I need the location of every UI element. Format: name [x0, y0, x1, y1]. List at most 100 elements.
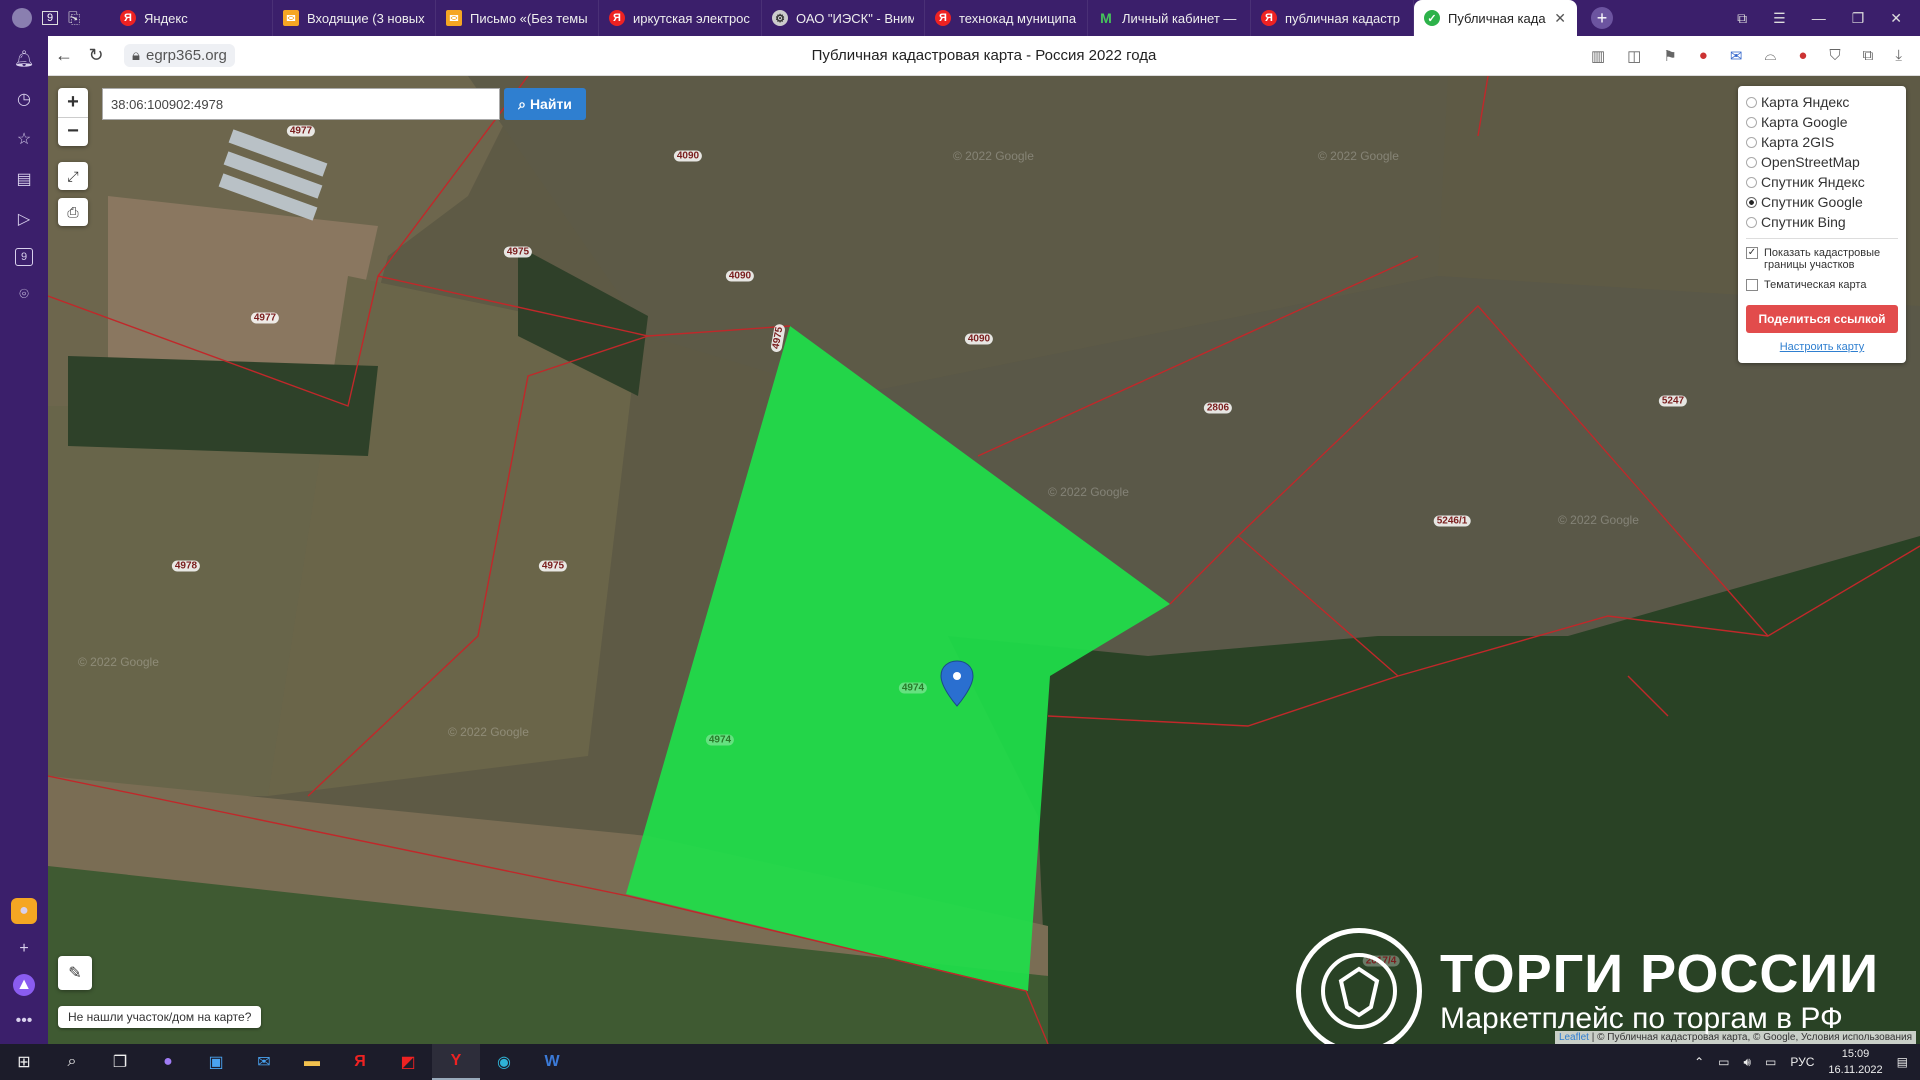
parcel-label[interactable]: 4977 — [250, 312, 280, 324]
notes-icon[interactable]: ▤ — [13, 168, 35, 190]
parcel-label[interactable]: 4974 — [705, 734, 735, 746]
parcel-label[interactable]: 4974 — [898, 682, 928, 694]
thematic-map-checkbox[interactable]: Тематическая карта — [1746, 279, 1898, 291]
yandex-icon[interactable]: Я — [336, 1044, 384, 1080]
alice-icon[interactable]: ▲ — [13, 974, 35, 996]
zoom-out-button[interactable]: − — [58, 118, 88, 147]
collections-icon[interactable]: ⧉ — [1863, 47, 1874, 64]
configure-map-link[interactable]: Настроить карту — [1746, 341, 1898, 353]
new-tab-button[interactable]: + — [1591, 7, 1613, 29]
leaflet-link[interactable]: Leaflet — [1559, 1032, 1589, 1043]
share-link-button[interactable]: Поделиться ссылкой — [1746, 305, 1898, 333]
parcel-label[interactable]: 4975 — [503, 246, 533, 258]
bookmark-icon[interactable]: ⚑ — [1663, 47, 1676, 65]
not-found-link[interactable]: Не нашли участок/дом на карте? — [58, 1006, 262, 1028]
windows-start-icon[interactable]: ⊞ — [0, 1044, 48, 1080]
ruler-icon[interactable]: ✎ — [58, 956, 92, 990]
parcel-label[interactable]: 4978 — [171, 560, 201, 572]
star-icon[interactable]: ☆ — [13, 128, 35, 150]
tab-counter-icon[interactable]: 9 — [42, 11, 59, 25]
notifications-icon[interactable]: ▤ — [1897, 1055, 1908, 1069]
tab-counter-icon[interactable]: 9 — [15, 248, 33, 266]
play-icon[interactable]: ▷ — [13, 208, 35, 230]
layer-option[interactable]: Карта Яндекс — [1746, 92, 1898, 112]
layer-option-selected[interactable]: Спутник Google — [1746, 192, 1898, 212]
tab-mail-inbox[interactable]: ✉ Входящие (3 новых — [273, 0, 436, 36]
alice-icon[interactable]: ● — [144, 1044, 192, 1080]
add-icon[interactable]: + — [13, 938, 35, 960]
layer-option[interactable]: Карта 2GIS — [1746, 132, 1898, 152]
extension-mail-icon[interactable]: ✉ — [1730, 47, 1743, 65]
search-button[interactable]: ⌕ Найти — [504, 88, 586, 120]
parcel-label[interactable]: 4975 — [538, 560, 568, 572]
parcel-label[interactable]: 4090 — [725, 270, 755, 282]
bell-icon[interactable]: 🔔︎ — [13, 48, 35, 70]
yandex-icon: Я — [1261, 10, 1277, 26]
layer-option[interactable]: Карта Google — [1746, 112, 1898, 132]
network-icon[interactable]: ▭ — [1765, 1055, 1776, 1069]
app-icon[interactable]: ● — [11, 898, 37, 924]
parcel-label[interactable]: 5247 — [1658, 395, 1688, 407]
parcel-label[interactable]: 2806 — [1203, 402, 1233, 414]
parcel-label[interactable]: 4977 — [286, 125, 316, 137]
minimize-button[interactable]: — — [1812, 10, 1826, 26]
word-icon[interactable]: W — [528, 1044, 576, 1080]
yandex-icon: Я — [120, 10, 136, 26]
search-icon[interactable]: ⌕ — [48, 1044, 96, 1080]
tab-label: иркутская электрос — [633, 10, 750, 26]
radio-icon — [1746, 176, 1757, 188]
reload-button[interactable]: ↻ — [80, 45, 112, 66]
tab-group-icon[interactable]: ⎘ — [68, 10, 80, 27]
tab-public-cadastre-active[interactable]: ✓ Публичная кадас ✕ — [1414, 0, 1577, 36]
more-icon[interactable]: ••• — [13, 1010, 35, 1032]
fullscreen-icon[interactable]: ⤢ — [58, 162, 88, 190]
menu-icon[interactable]: ☰ — [1773, 10, 1786, 27]
layer-option[interactable]: Спутник Яндекс — [1746, 172, 1898, 192]
tab-cabinet[interactable]: M Личный кабинет — — [1088, 0, 1251, 36]
layer-option[interactable]: OpenStreetMap — [1746, 152, 1898, 172]
extension-icon[interactable]: ◫ — [1627, 47, 1641, 65]
camera-icon[interactable]: ⌾ — [13, 284, 35, 306]
cadastral-map[interactable]: © 2022 Google © 2022 Google © 2022 Googl… — [48, 76, 1920, 1044]
yandex-browser-icon[interactable]: Y — [432, 1044, 480, 1080]
parcel-label[interactable]: 5246/1 — [1433, 515, 1471, 527]
parcel-label[interactable]: 4090 — [964, 333, 994, 345]
clock[interactable]: 15:09 16.11.2022 — [1828, 1046, 1882, 1078]
extension-red-icon[interactable]: ● — [1699, 47, 1708, 64]
tab-irkutsk[interactable]: Яиркутская электрос — [599, 0, 762, 36]
shield-icon[interactable]: ⛉ — [1829, 47, 1840, 64]
profile-avatar[interactable] — [12, 8, 32, 28]
extension-red2-icon[interactable]: ● — [1798, 47, 1807, 64]
layer-option[interactable]: Спутник Bing — [1746, 212, 1898, 232]
edge-icon[interactable]: ◉ — [480, 1044, 528, 1080]
close-window-button[interactable]: ✕ — [1890, 10, 1902, 27]
back-button[interactable]: ← — [48, 45, 80, 66]
print-icon[interactable]: ⎙ — [58, 198, 88, 226]
history-icon[interactable]: ◷ — [13, 88, 35, 110]
pdf-icon[interactable]: ◩ — [384, 1044, 432, 1080]
collections-icon[interactable]: ⧉ — [1737, 10, 1747, 27]
show-borders-checkbox[interactable]: ✓ Показать кадастровые границы участков — [1746, 247, 1898, 271]
parcel-label[interactable]: 4090 — [673, 150, 703, 162]
tab-mail-letter[interactable]: ✉ Письмо «(Без темы — [436, 0, 599, 36]
language-indicator[interactable]: РУС — [1790, 1055, 1814, 1069]
url-field[interactable]: 🔒︎ egrp365.org — [124, 44, 235, 67]
tab-yandex[interactable]: Я Яндекс — [110, 0, 273, 36]
zoom-in-button[interactable]: + — [58, 88, 88, 118]
tab-iesk[interactable]: ⚙ ОАО "ИЭСК" - Вним — [762, 0, 925, 36]
reader-icon[interactable]: ▥ — [1591, 47, 1605, 65]
close-tab-icon[interactable]: ✕ — [1554, 10, 1566, 27]
camera-icon[interactable]: ▭ — [1718, 1055, 1729, 1069]
cadastral-number-input[interactable]: 38:06:100902:4978 — [102, 88, 500, 120]
mail-icon[interactable]: ✉ — [240, 1044, 288, 1080]
download-icon[interactable]: ⤓ — [1895, 47, 1902, 64]
volume-icon[interactable]: 🔊︎ — [1743, 1055, 1751, 1070]
folder-icon[interactable]: ▬ — [288, 1044, 336, 1080]
maximize-button[interactable]: ❐ — [1852, 10, 1865, 27]
extension-hat-icon[interactable]: ⌓ — [1764, 47, 1776, 64]
store-icon[interactable]: ▣ — [192, 1044, 240, 1080]
chevron-up-icon[interactable]: ⌃ — [1694, 1055, 1704, 1069]
tab-technokad[interactable]: Ятехнокад муниципа — [925, 0, 1088, 36]
tab-public-cadastre-search[interactable]: Япубличная кадастр — [1251, 0, 1414, 36]
task-view-icon[interactable]: ❐ — [96, 1044, 144, 1080]
